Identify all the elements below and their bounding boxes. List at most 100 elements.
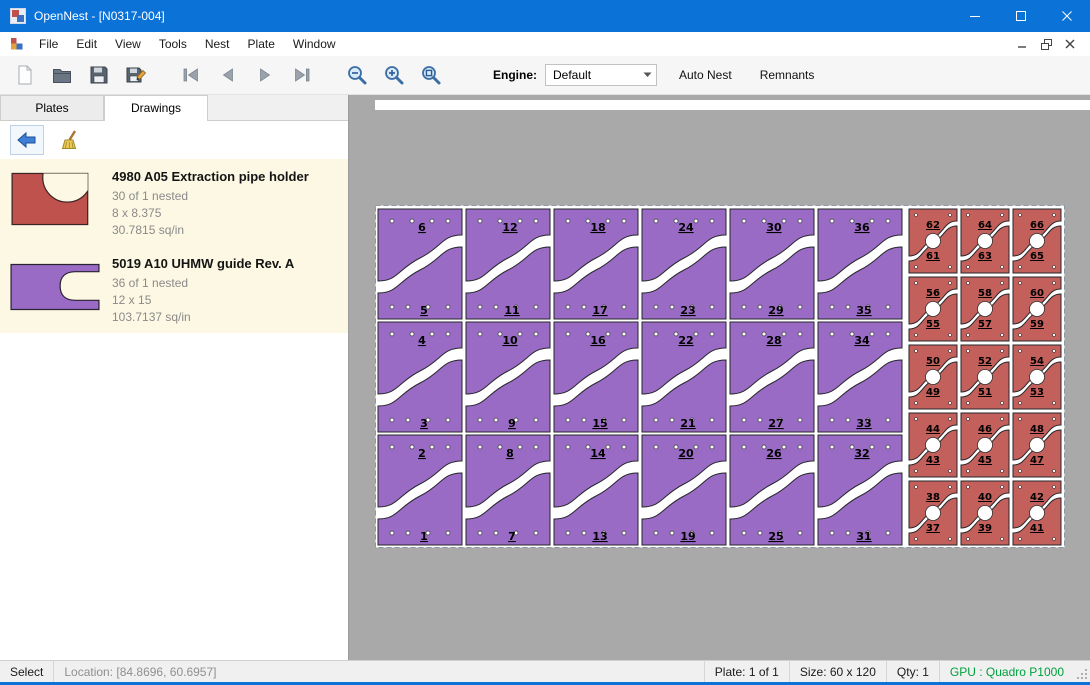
drill-hole [915,470,918,473]
part-number: 15 [592,417,607,430]
drill-hole [1001,350,1004,353]
drill-hole [670,531,674,535]
status-qty: Qty: 1 [887,661,939,682]
drill-hole [967,334,970,337]
mdi-close-button[interactable] [1058,34,1082,54]
part-pair-red[interactable]: 5251 [961,345,1009,409]
part-number: 24 [678,221,694,234]
menu-edit[interactable]: Edit [67,33,106,55]
menu-window[interactable]: Window [284,33,345,55]
save-button[interactable] [80,59,117,91]
next-plate-button[interactable] [246,59,283,91]
tab-drawings[interactable]: Drawings [104,95,208,121]
maximize-button[interactable] [998,0,1044,32]
menu-plate[interactable]: Plate [239,33,284,55]
zoom-fit-button[interactable] [412,59,449,91]
part-pair-red[interactable]: 3837 [909,481,957,545]
part-number: 42 [1030,492,1044,503]
new-button[interactable] [6,59,43,91]
minimize-button[interactable] [952,0,998,32]
resize-grip[interactable] [1074,661,1090,682]
previous-plate-button[interactable] [209,59,246,91]
part-pair-red[interactable]: 6059 [1013,277,1061,341]
part-number: 28 [766,334,781,347]
part-number: 61 [926,251,940,262]
part-pair-red[interactable]: 4847 [1013,413,1061,477]
mdi-minimize-button[interactable] [1010,34,1034,54]
drill-hole [446,305,450,309]
drawing-list-item[interactable]: 4980 A05 Extraction pipe holder 30 of 1 … [0,159,348,246]
mdi-restore-button[interactable] [1034,34,1058,54]
save-as-button[interactable] [117,59,154,91]
drill-hole [742,305,746,309]
nest-canvas[interactable]: 6512111817242330293635431091615222128273… [349,95,1090,660]
part-pair-red[interactable]: 6463 [961,209,1009,273]
part-pair-red[interactable]: 5049 [909,345,957,409]
drill-hole [742,219,746,223]
part-pair-red[interactable]: 6665 [1013,209,1061,273]
engine-select[interactable]: Default [545,64,657,86]
part-pair-red[interactable]: 5857 [961,277,1009,341]
part-pair-red[interactable]: 5453 [1013,345,1061,409]
remnants-button[interactable]: Remnants [754,63,821,87]
drill-hole [1019,214,1022,217]
drill-hole [870,445,874,449]
drawings-panel-toolbar [0,121,348,159]
zoom-out-button[interactable] [338,59,375,91]
part-number: 53 [1030,387,1044,398]
drill-hole [758,305,762,309]
part-number: 13 [592,530,607,543]
plate-view[interactable]: 6512111817242330293635431091615222128273… [375,205,1065,548]
part-pair-red[interactable]: 5655 [909,277,957,341]
first-plate-button[interactable] [172,59,209,91]
part-pair-red[interactable]: 4039 [961,481,1009,545]
drill-hole [870,219,874,223]
circular-cutout [1030,506,1045,521]
menu-file[interactable]: File [30,33,67,55]
part-pair-red[interactable]: 4241 [1013,481,1061,545]
save-icon [88,64,110,86]
part-pair-red[interactable]: 4645 [961,413,1009,477]
part-number: 35 [856,304,871,317]
drill-hole [534,219,538,223]
tab-plates[interactable]: Plates [0,95,104,120]
drill-hole [654,305,658,309]
part-number: 14 [590,447,606,460]
menu-view[interactable]: View [106,33,150,55]
status-plate-size: Size: 60 x 120 [790,661,886,682]
circular-cutout [926,506,941,521]
clean-drawings-button[interactable] [54,125,88,155]
drawing-thumbnail-uhmw-guide [8,253,102,319]
part-pair-red[interactable]: 62 61 [909,209,957,273]
drill-hole [710,531,714,535]
circular-cutout [926,234,941,249]
open-button[interactable] [43,59,80,91]
drawing-list-item[interactable]: 5019 A10 UHMW guide Rev. A 36 of 1 neste… [0,246,348,333]
part-pair-red[interactable]: 4443 [909,413,957,477]
document-system-icon[interactable] [10,37,24,51]
zoom-in-button[interactable] [375,59,412,91]
drill-hole [1001,266,1004,269]
part-number: 17 [592,304,607,317]
part-number: 5 [420,304,428,317]
circular-cutout [926,438,941,453]
menu-nest[interactable]: Nest [196,33,239,55]
drill-hole [670,418,674,422]
drill-hole [1053,282,1056,285]
auto-nest-button[interactable]: Auto Nest [673,63,738,87]
drill-hole [606,445,610,449]
import-drawing-button[interactable] [10,125,44,155]
circular-cutout [978,370,993,385]
drill-hole [1001,282,1004,285]
drill-hole [622,445,626,449]
drill-hole [886,531,890,535]
part-number: 64 [978,220,992,231]
part-number: 62 [926,220,940,231]
status-gpu: GPU : Quadro P1000 [940,661,1074,682]
menu-tools[interactable]: Tools [150,33,196,55]
drill-hole [1001,470,1004,473]
last-plate-button[interactable] [283,59,320,91]
part-number: 6 [418,221,426,234]
close-button[interactable] [1044,0,1090,32]
drill-hole [798,332,802,336]
